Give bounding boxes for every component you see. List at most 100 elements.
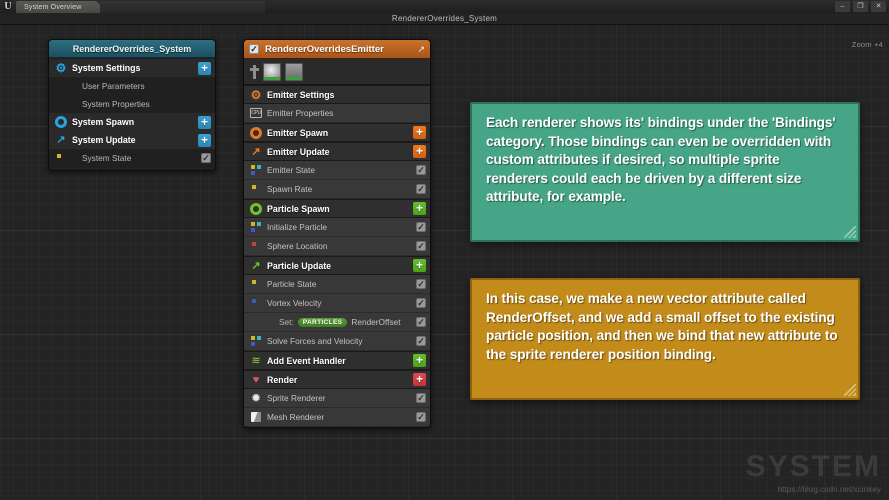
emitter-row-emitter-settings[interactable]: ⚙Emitter Settings [244,85,430,104]
emitter-row-solve-forces-and-velocity[interactable]: Solve Forces and Velocity✓ [244,332,430,351]
sprite-thumb[interactable] [263,63,281,81]
emitter-row-set-renderoffset[interactable]: Set:PARTICLESRenderOffset✓ [244,313,430,332]
emitter-row-particle-state[interactable]: Particle State✓ [244,275,430,294]
module-enabled-checkbox[interactable]: ✓ [416,165,426,175]
arrow-icon: ↗ [250,146,262,158]
graph-canvas[interactable]: Zoom +4 RendererOverrides_System ⚙System… [0,25,889,500]
add-module-button[interactable]: + [413,126,426,139]
system-row-label: System Spawn [72,117,198,127]
add-module-button[interactable]: + [413,373,426,386]
system-node[interactable]: RendererOverrides_System ⚙ System Setting… [48,39,216,171]
emitter-row-particle-spawn[interactable]: Particle Spawn+ [244,199,430,218]
emitter-row-emitter-state[interactable]: Emitter State✓ [244,161,430,180]
stage-icon [250,65,259,79]
add-module-button[interactable]: + [198,62,211,75]
system-row-label: System Update [72,135,198,145]
set-expression: Set:PARTICLESRenderOffset [267,317,416,327]
emitter-node-title: RendererOverridesEmitter [265,44,417,55]
module-enabled-checkbox[interactable]: ✓ [416,393,426,403]
module-enabled-checkbox[interactable]: ✓ [416,241,426,251]
attr-icon [250,164,262,176]
attribute-name: RenderOffset [351,317,400,327]
add-module-button[interactable]: + [413,145,426,158]
system-row-user-parameters[interactable]: User Parameters [49,77,215,95]
ring-icon [250,127,262,139]
system-row-label: System State [72,153,201,163]
system-node-title: RendererOverrides_System [49,40,215,58]
emitter-row-emitter-spawn[interactable]: Emitter Spawn+ [244,123,430,142]
comment-bindings[interactable]: Each renderer shows its' bindings under … [470,102,860,242]
popout-icon[interactable]: ↗ [417,44,425,55]
module-enabled-checkbox[interactable]: ✓ [416,412,426,422]
module-enabled-checkbox[interactable]: ✓ [201,153,211,163]
gear-icon: ⚙ [55,62,67,74]
row-icon-placeholder [250,316,262,328]
system-row-system-properties[interactable]: System Properties [49,95,215,113]
emitter-row-initialize-particle[interactable]: Initialize Particle✓ [244,218,430,237]
emitter-row-label: Vortex Velocity [267,298,416,308]
window-title: RendererOverrides_System [0,13,889,25]
close-button[interactable]: ✕ [871,1,886,12]
add-module-button[interactable]: + [413,354,426,367]
emitter-row-render[interactable]: ♥Render+ [244,370,430,389]
title-bar: U System Overview – ❐ ✕ [0,0,889,14]
emitter-row-label: Sphere Location [267,241,416,251]
system-row-system-update[interactable]: ↗System Update+ [49,131,215,149]
add-module-button[interactable]: + [413,259,426,272]
row-icon-placeholder [55,98,67,110]
comment-renderoffset-text: In this case, we make a new vector attri… [472,280,858,372]
emitter-enabled-checkbox[interactable]: ✓ [249,44,259,54]
minimize-button[interactable]: – [835,1,850,12]
wave-icon: ≋ [250,355,262,367]
gear-icon: ⚙ [250,89,262,101]
square-icon [250,297,262,309]
module-enabled-checkbox[interactable]: ✓ [416,317,426,327]
emitter-row-label: Particle State [267,279,416,289]
system-row-label: System Properties [72,99,211,109]
emitter-row-particle-update[interactable]: ↗Particle Update+ [244,256,430,275]
maximize-button[interactable]: ❐ [853,1,868,12]
emitter-row-vortex-velocity[interactable]: Vortex Velocity✓ [244,294,430,313]
system-row-label: System Settings [72,63,198,73]
emitter-row-label: Sprite Renderer [267,393,416,403]
emitter-row-emitter-properties[interactable]: CPU Emitter Properties [244,104,430,123]
emitter-row-label: Particle Update [267,261,413,271]
emitter-row-spawn-rate[interactable]: Spawn Rate✓ [244,180,430,199]
heart-icon: ♥ [250,374,262,386]
square-icon [250,278,262,290]
emitter-row-mesh-renderer[interactable]: Mesh Renderer✓ [244,408,430,427]
add-module-button[interactable]: + [198,134,211,147]
emitter-thumbnail-strip [244,59,430,85]
cpu-icon: CPU [250,107,262,119]
emitter-node[interactable]: ✓ RendererOverridesEmitter ↗ ⚙Emitter Se… [243,39,431,428]
emitter-row-label: Emitter Properties [267,108,426,118]
emitter-row-sphere-location[interactable]: Sphere Location✓ [244,237,430,256]
system-row-system-settings[interactable]: ⚙ System Settings+ [49,59,215,77]
module-enabled-checkbox[interactable]: ✓ [416,298,426,308]
emitter-row-sprite-renderer[interactable]: ✹Sprite Renderer✓ [244,389,430,408]
emitter-row-emitter-update[interactable]: ↗Emitter Update+ [244,142,430,161]
resize-grip-icon[interactable] [844,226,856,238]
comment-renderoffset[interactable]: In this case, we make a new vector attri… [470,278,860,400]
resize-grip-icon[interactable] [844,384,856,396]
emitter-row-label: Spawn Rate [267,184,416,194]
system-row-system-state[interactable]: System State✓ [49,149,215,167]
module-enabled-checkbox[interactable]: ✓ [416,222,426,232]
emitter-row-label: Initialize Particle [267,222,416,232]
emitter-row-label: Emitter Spawn [267,128,413,138]
system-row-system-spawn[interactable]: System Spawn+ [49,113,215,131]
ring-icon [55,116,67,128]
watermark-text: SYSTEM [746,452,881,482]
system-row-label: User Parameters [72,81,211,91]
emitter-row-add-event-handler[interactable]: ≋Add Event Handler+ [244,351,430,370]
unreal-niagara-system-editor: U System Overview – ❐ ✕ RendererOverride… [0,0,889,500]
emitter-node-rows: ⚙Emitter Settings CPU Emitter Properties Em… [244,85,430,427]
mesh-thumb[interactable] [285,63,303,81]
module-enabled-checkbox[interactable]: ✓ [416,279,426,289]
add-module-button[interactable]: + [198,116,211,129]
module-enabled-checkbox[interactable]: ✓ [416,336,426,346]
ring-icon [250,203,262,215]
square-icon [250,240,262,252]
module-enabled-checkbox[interactable]: ✓ [416,184,426,194]
add-module-button[interactable]: + [413,202,426,215]
